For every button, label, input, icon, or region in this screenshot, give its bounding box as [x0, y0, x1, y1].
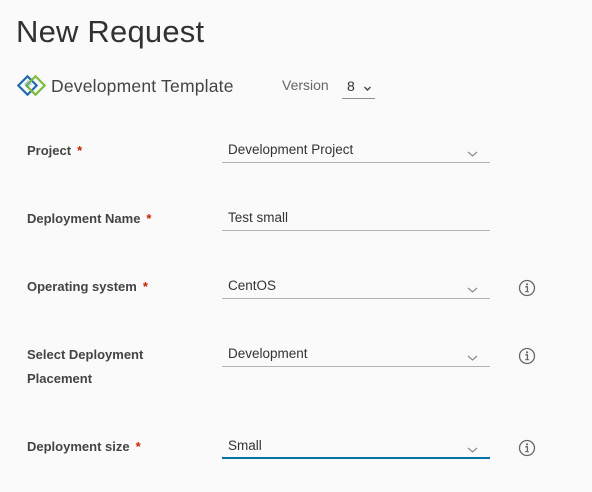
info-circle-icon[interactable]	[518, 347, 536, 365]
chevron-down-icon	[467, 146, 478, 161]
chevron-down-icon	[467, 350, 478, 365]
deployment-name-value: Test small	[228, 210, 289, 225]
version-label: Version	[282, 77, 329, 93]
chevron-down-icon	[363, 80, 372, 96]
required-marker: *	[135, 439, 141, 454]
deployment-placement-value: Development	[228, 346, 308, 361]
chevron-down-icon	[467, 282, 478, 297]
operating-system-label: Operating system *	[27, 275, 148, 299]
required-marker: *	[142, 279, 148, 294]
deployment-placement-select[interactable]: Development	[222, 341, 490, 367]
operating-system-value: CentOS	[228, 278, 277, 293]
deployment-placement-label: Select Deployment Placement	[27, 343, 143, 391]
deployment-size-label: Deployment size *	[27, 435, 141, 459]
deployment-placement-label-line1: Select Deployment	[27, 347, 144, 362]
chevron-down-icon	[467, 442, 478, 457]
deployment-name-label-text: Deployment Name	[27, 211, 141, 226]
project-value: Development Project	[228, 142, 354, 157]
template-header: Development Template	[15, 70, 234, 102]
project-label: Project *	[27, 139, 82, 163]
required-marker: *	[146, 211, 152, 226]
required-marker: *	[77, 143, 83, 158]
blueprint-logo-icon	[15, 70, 51, 102]
operating-system-select[interactable]: CentOS	[222, 273, 490, 299]
version-select[interactable]: 8	[342, 74, 375, 99]
deployment-size-select[interactable]: Small	[222, 433, 490, 459]
deployment-size-value: Small	[228, 437, 262, 453]
deployment-size-label-text: Deployment size	[27, 439, 130, 454]
page-title: New Request	[16, 14, 205, 49]
project-label-text: Project	[27, 143, 72, 158]
project-select[interactable]: Development Project	[222, 137, 490, 163]
deployment-placement-label-line2: Placement	[27, 371, 93, 386]
operating-system-label-text: Operating system	[27, 279, 137, 294]
deployment-name-input[interactable]: Test small	[222, 205, 490, 231]
info-circle-icon[interactable]	[518, 439, 536, 457]
info-circle-icon[interactable]	[518, 279, 536, 297]
version-value: 8	[347, 78, 355, 94]
template-name: Development Template	[51, 75, 234, 96]
deployment-name-label: Deployment Name *	[27, 207, 151, 231]
